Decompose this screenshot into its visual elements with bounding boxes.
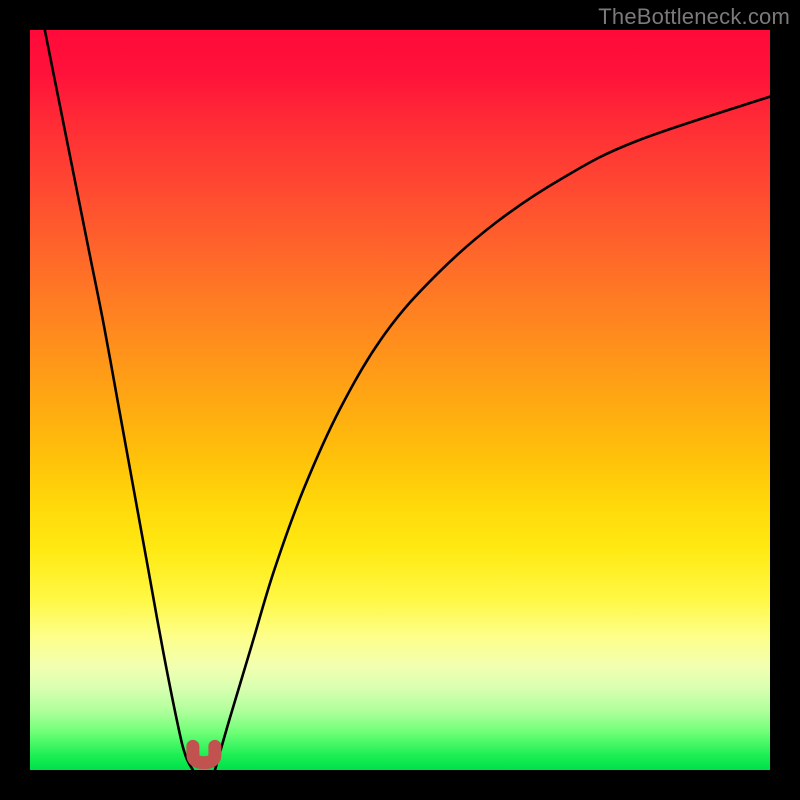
curve-layer bbox=[30, 30, 770, 770]
curve-left-branch bbox=[45, 30, 193, 770]
watermark-text: TheBottleneck.com bbox=[598, 4, 790, 30]
plot-area bbox=[30, 30, 770, 770]
chart-frame: TheBottleneck.com bbox=[0, 0, 800, 800]
minimum-u-marker bbox=[193, 746, 215, 762]
curve-right-branch bbox=[215, 97, 770, 770]
